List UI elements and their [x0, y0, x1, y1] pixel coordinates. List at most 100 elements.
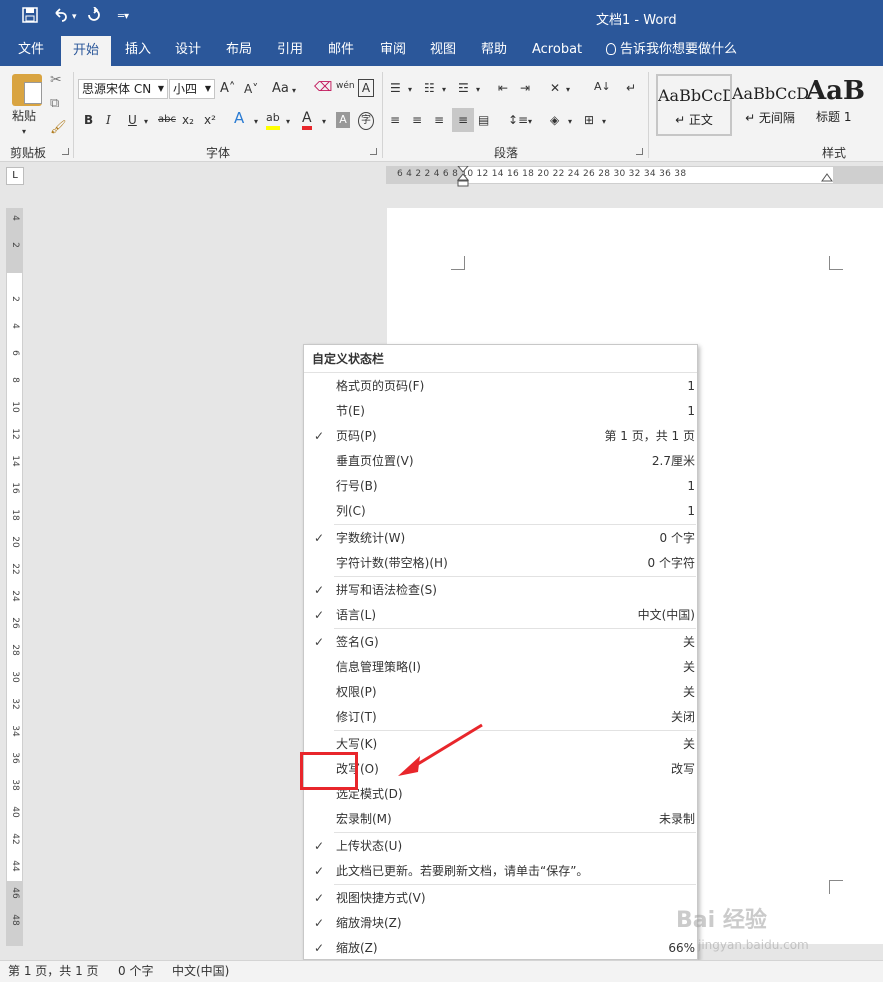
- chevron-down-icon[interactable]: ▾: [408, 82, 412, 98]
- justify-icon[interactable]: ≡: [452, 108, 474, 132]
- menu-item[interactable]: ✓ 字数统计(W) 0 个字: [304, 526, 697, 551]
- chevron-down-icon[interactable]: ▾: [568, 114, 572, 130]
- copy-icon[interactable]: ⧉: [50, 96, 59, 112]
- menu-item[interactable]: 行号(B) 1: [304, 474, 697, 499]
- style-no-spacing[interactable]: AaBbCcDd ↵ 无间隔: [732, 74, 808, 136]
- menu-item[interactable]: 信息管理策略(I) 关: [304, 655, 697, 680]
- menu-item[interactable]: 格式页的页码(F) 1: [304, 374, 697, 399]
- sort-icon[interactable]: A↓: [594, 79, 611, 95]
- shading-icon[interactable]: ◈: [550, 112, 559, 128]
- menu-item[interactable]: ✓ 拼写和语法检查(S): [304, 578, 697, 603]
- paragraph-launcher-icon[interactable]: [636, 148, 643, 155]
- bullets-icon[interactable]: ☰: [390, 80, 401, 96]
- menu-item[interactable]: ✓ 缩放滑块(Z): [304, 911, 697, 936]
- tab-home[interactable]: 开始: [61, 36, 112, 66]
- status-word-count[interactable]: 0 个字: [118, 961, 153, 981]
- show-marks-icon[interactable]: ↵: [626, 80, 636, 96]
- bold-button[interactable]: B: [84, 112, 93, 128]
- increase-indent-icon[interactable]: ⇥: [520, 80, 530, 96]
- chevron-down-icon[interactable]: ▾: [476, 82, 480, 98]
- align-right-icon[interactable]: ≡: [434, 112, 444, 128]
- undo-icon[interactable]: [52, 7, 68, 28]
- character-shading-icon[interactable]: A: [336, 112, 350, 128]
- chevron-down-icon[interactable]: ▾: [286, 114, 290, 130]
- distributed-icon[interactable]: ▤: [478, 112, 489, 128]
- menu-item[interactable]: ✓ 视图快捷方式(V): [304, 886, 697, 911]
- shrink-font-icon[interactable]: A˅: [244, 81, 258, 97]
- align-left-icon[interactable]: ≡: [390, 112, 400, 128]
- undo-dropdown-icon[interactable]: ▾: [72, 7, 77, 27]
- redo-icon[interactable]: [86, 6, 102, 28]
- horizontal-ruler[interactable]: 6 4 2 2 4 6 8 10 12 14 16 18 20 22 24 26…: [386, 165, 883, 187]
- chevron-down-icon[interactable]: ▾: [144, 114, 148, 130]
- font-name-combo[interactable]: 思源宋体 CN ▼: [78, 79, 168, 99]
- chevron-down-icon[interactable]: ▾: [602, 114, 606, 130]
- menu-item[interactable]: 修订(T) 关闭: [304, 705, 697, 730]
- chevron-down-icon[interactable]: ▾: [442, 82, 446, 98]
- borders-icon[interactable]: ⊞: [584, 112, 594, 128]
- status-language[interactable]: 中文(中国): [172, 961, 229, 981]
- highlight-color-icon[interactable]: ab: [266, 110, 280, 130]
- phonetic-guide-icon[interactable]: wén: [336, 78, 355, 94]
- menu-item[interactable]: ✓ 此文档已更新。若要刷新文档，请单击“保存”。: [304, 859, 697, 884]
- tab-view[interactable]: 视图: [418, 34, 468, 66]
- decrease-indent-icon[interactable]: ⇤: [498, 80, 508, 96]
- menu-item[interactable]: ✓ 缩放(Z) 66%: [304, 936, 697, 961]
- text-effects-icon[interactable]: A: [234, 110, 244, 126]
- tab-mailings[interactable]: 邮件: [316, 34, 366, 66]
- save-icon[interactable]: [22, 7, 38, 28]
- superscript-button[interactable]: x²: [204, 112, 216, 128]
- character-border-icon[interactable]: A: [358, 79, 374, 97]
- tab-file[interactable]: 文件: [6, 34, 56, 66]
- italic-button[interactable]: I: [106, 112, 111, 128]
- asian-layout-icon[interactable]: ✕: [550, 80, 560, 96]
- grow-font-icon[interactable]: A˄: [220, 81, 235, 97]
- menu-item[interactable]: 字符计数(带空格)(H) 0 个字符: [304, 551, 697, 576]
- style-normal[interactable]: AaBbCcDd ↵ 正文: [656, 74, 732, 136]
- menu-item[interactable]: ✓ 上传状态(U): [304, 834, 697, 859]
- change-case-icon[interactable]: Aa: [272, 81, 289, 97]
- line-spacing-icon[interactable]: ↕≡: [508, 112, 528, 128]
- tab-insert[interactable]: 插入: [113, 34, 163, 66]
- paste-dropdown-icon[interactable]: ▾: [22, 124, 26, 140]
- clear-formatting-icon[interactable]: ⌫: [314, 80, 332, 96]
- menu-item[interactable]: ✓ 页码(P) 第 1 页，共 1 页: [304, 424, 697, 449]
- menu-item[interactable]: 节(E) 1: [304, 399, 697, 424]
- style-heading-1[interactable]: AaB 标题 1: [800, 74, 883, 136]
- underline-button[interactable]: U: [128, 112, 137, 128]
- menu-item[interactable]: 权限(P) 关: [304, 680, 697, 705]
- tab-references[interactable]: 引用: [265, 34, 315, 66]
- numbering-icon[interactable]: ☷: [424, 80, 435, 96]
- tell-me-box[interactable]: 告诉我你想要做什么: [594, 34, 749, 66]
- format-painter-icon[interactable]: 🖌: [50, 120, 67, 136]
- tab-review[interactable]: 审阅: [368, 34, 418, 66]
- tab-design[interactable]: 设计: [163, 34, 213, 66]
- cut-icon[interactable]: ✂: [50, 72, 62, 88]
- menu-item[interactable]: 大写(K) 关: [304, 732, 697, 757]
- font-launcher-icon[interactable]: [370, 148, 377, 155]
- paste-button-label[interactable]: 粘贴: [12, 108, 36, 124]
- chevron-down-icon[interactable]: ▾: [292, 83, 296, 99]
- right-indent-marker-icon[interactable]: [821, 173, 833, 185]
- align-center-icon[interactable]: ≡: [412, 112, 422, 128]
- menu-item[interactable]: 选定模式(D): [304, 782, 697, 807]
- indent-marker-icon[interactable]: [456, 165, 470, 187]
- menu-item[interactable]: 改写(O) 改写: [304, 757, 697, 782]
- chevron-down-icon[interactable]: ▾: [528, 114, 532, 130]
- chevron-down-icon[interactable]: ▾: [566, 82, 570, 98]
- enclose-characters-icon[interactable]: 字: [358, 112, 374, 130]
- menu-item[interactable]: ✓ 签名(G) 关: [304, 630, 697, 655]
- font-color-icon[interactable]: A: [302, 110, 312, 130]
- status-page-number[interactable]: 第 1 页，共 1 页: [8, 961, 99, 981]
- strikethrough-button[interactable]: abc: [158, 112, 176, 128]
- menu-item[interactable]: ✓ 语言(L) 中文(中国): [304, 603, 697, 628]
- paste-icon[interactable]: [12, 74, 42, 106]
- tab-selector-button[interactable]: L: [6, 167, 24, 185]
- tab-layout[interactable]: 布局: [214, 34, 264, 66]
- menu-item[interactable]: 垂直页位置(V) 2.7厘米: [304, 449, 697, 474]
- clipboard-launcher-icon[interactable]: [62, 148, 69, 155]
- font-size-combo[interactable]: 小四 ▼: [169, 79, 215, 99]
- menu-item[interactable]: 列(C) 1: [304, 499, 697, 524]
- tab-acrobat[interactable]: Acrobat: [520, 34, 594, 66]
- multilevel-list-icon[interactable]: ☲: [458, 80, 469, 96]
